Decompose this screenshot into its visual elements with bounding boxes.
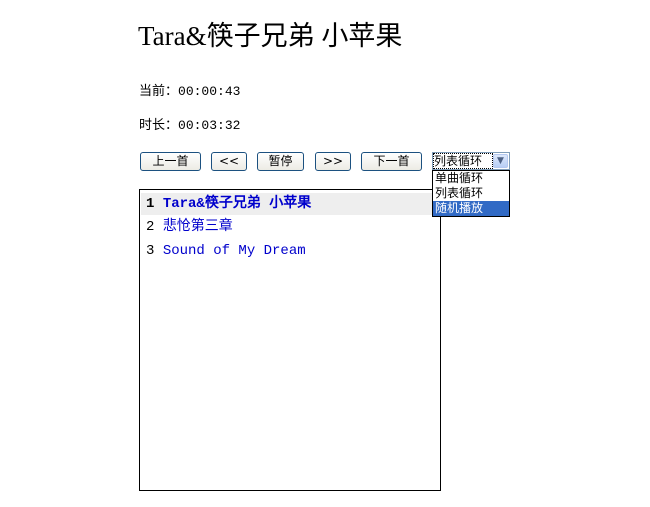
playlist-box: 1 Tara&筷子兄弟 小苹果 2 悲怆第三章 3 Sound of My Dr… [139,189,441,491]
play-mode-option-list-loop[interactable]: 列表循环 [433,186,509,201]
song-title: Tara&筷子兄弟 小苹果 [138,21,403,51]
next-track-button[interactable]: 下一首 [361,152,422,171]
track-link[interactable]: Tara&筷子兄弟 小苹果 [163,196,311,212]
current-time-value: 00:00:43 [178,84,241,99]
music-player-page: Tara&筷子兄弟 小苹果 当前：00:00:43 时长：00:03:32 上一… [0,0,650,507]
play-mode-option-shuffle[interactable]: 随机播放 [433,201,509,216]
rewind-button[interactable]: << [211,152,247,171]
playlist-item[interactable]: 2 悲怆第三章 [141,216,438,238]
duration-value: 00:03:32 [178,118,241,133]
chevron-down-icon[interactable]: ▼ [493,154,508,168]
current-time-row: 当前：00:00:43 [139,83,240,101]
playlist-item[interactable]: 3 Sound of My Dream [141,240,438,262]
duration-label: 时长： [139,118,179,133]
duration-row: 时长：00:03:32 [139,117,240,135]
previous-track-button[interactable]: 上一首 [140,152,201,171]
play-mode-select[interactable]: 列表循环 ▼ [432,152,510,170]
track-link[interactable]: 悲怆第三章 [163,219,233,235]
play-mode-dropdown-list: 单曲循环 列表循环 随机播放 [432,170,510,217]
playlist-item[interactable]: 1 Tara&筷子兄弟 小苹果 [141,193,438,215]
track-link[interactable]: Sound of My Dream [163,243,306,259]
play-mode-option-single-loop[interactable]: 单曲循环 [433,171,509,186]
current-time-label: 当前： [139,84,179,99]
track-number: 1 [146,196,155,212]
track-number: 2 [146,219,155,235]
fast-forward-button[interactable]: >> [315,152,351,171]
track-number: 3 [146,243,155,259]
play-mode-selected-value: 列表循环 [433,153,493,169]
pause-button[interactable]: 暂停 [257,152,304,171]
